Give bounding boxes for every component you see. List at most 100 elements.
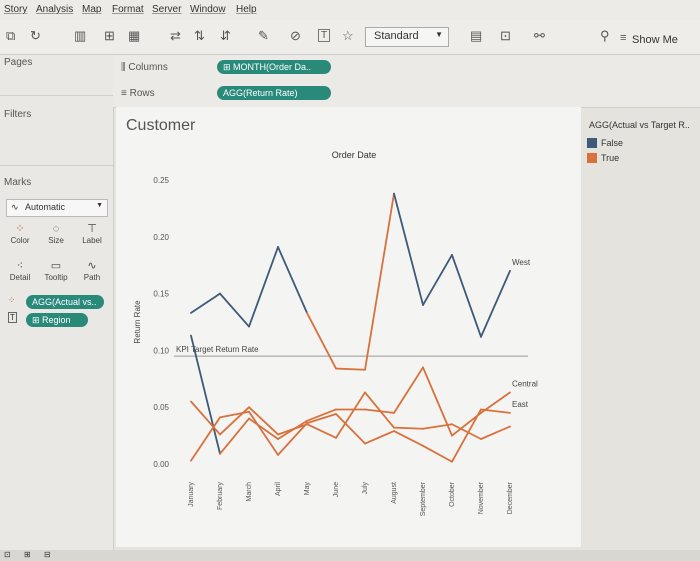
series-line-segment: [451, 254, 482, 338]
series-line-segment: [422, 254, 453, 306]
y-axis-title: Return Rate: [133, 300, 142, 344]
fit-dropdown[interactable]: Standard ▼: [365, 27, 449, 47]
columns-shelf-label: ⫼ Columns: [121, 62, 168, 73]
series-line-segment: [219, 292, 250, 328]
x-tick-label: July: [362, 482, 369, 495]
series-line-segment: [480, 408, 511, 414]
detail-button[interactable]: ⁖ Detail: [3, 257, 37, 289]
series-line-segment: [422, 444, 453, 463]
menu-map[interactable]: Map: [82, 4, 101, 15]
mark-type-dropdown[interactable]: ∿ Automatic ▼: [6, 199, 108, 217]
swap-icon[interactable]: ⇄: [170, 28, 181, 44]
y-tick-label: 0.00: [153, 460, 169, 469]
rows-field-pill[interactable]: AGG(Return Rate): [217, 86, 331, 100]
series-line-segment: [451, 408, 482, 463]
chevron-down-icon: ▼: [96, 202, 103, 209]
menu-analysis[interactable]: Analysis: [36, 4, 73, 15]
new-dashboard-icon[interactable]: ⊟: [44, 550, 51, 559]
series-line-segment: [335, 413, 366, 445]
series-line-segment: [277, 246, 308, 314]
y-tick-label: 0.05: [153, 403, 169, 412]
series-line-segment: [364, 192, 395, 371]
rows-shelf-label: ≡ Rows: [121, 88, 155, 99]
menu-bar: Story Analysis Map Format Server Window …: [0, 0, 700, 20]
x-tick-label: September: [420, 481, 427, 516]
legend-item-false[interactable]: False: [601, 138, 623, 148]
series-line-segment: [190, 400, 221, 436]
menu-help[interactable]: Help: [236, 4, 257, 15]
path-icon: ∿: [87, 260, 97, 272]
series-line-segment: [219, 417, 250, 455]
new-data-source-icon[interactable]: ⧉: [6, 28, 15, 44]
show-me-button[interactable]: Show Me: [632, 34, 678, 46]
share-icon[interactable]: ⚯: [534, 28, 545, 44]
sort-descending-icon[interactable]: ⇵: [220, 28, 231, 44]
series-line-segment: [306, 312, 337, 370]
rows-shelf: ≡ Rows AGG(Return Rate): [113, 81, 700, 108]
color-icon: ⁘: [15, 223, 25, 235]
color-button[interactable]: ⁘ Color: [3, 220, 37, 252]
series-label: West: [512, 258, 531, 267]
menu-story[interactable]: Story: [4, 4, 27, 15]
menu-window[interactable]: Window: [190, 4, 226, 15]
pin-icon[interactable]: ☆: [342, 28, 354, 44]
series-line-segment: [393, 430, 424, 447]
tooltip-icon: ▭: [50, 260, 62, 272]
duplicate-icon[interactable]: ⊞: [104, 28, 115, 44]
region-field-pill[interactable]: ⊞ Region: [26, 313, 88, 327]
x-tick-label: November: [478, 481, 485, 514]
sort-ascending-icon[interactable]: ⇅: [194, 28, 205, 44]
y-tick-label: 0.20: [153, 233, 169, 242]
y-tick-label: 0.10: [153, 346, 169, 355]
line-mark-icon: ∿: [11, 202, 19, 212]
x-tick-label: August: [391, 482, 398, 504]
series-line-segment: [393, 192, 424, 306]
color-legend: AGG(Actual vs Target R.. False True: [583, 110, 698, 170]
presentation-icon[interactable]: ⊡: [500, 28, 511, 44]
legend-swatch-true: [587, 153, 597, 163]
left-panel: Pages Filters Marks ∿ Automatic ▼ ⁘ Colo…: [0, 55, 114, 550]
line-chart: Order Date Return Rate 0.25 0.20 0.15 0.10 0.0…: [133, 150, 538, 516]
menu-server[interactable]: Server: [152, 4, 181, 15]
x-tick-label: December: [507, 481, 514, 514]
series-line-segment: [393, 366, 424, 414]
series-line-segment: [248, 410, 279, 456]
labels-icon[interactable]: T: [318, 29, 331, 42]
label-icon: ⊤: [87, 223, 97, 235]
toolbar: ⧉ ↻ ▥ ⊞ ▦ ⇄ ⇅ ⇵ ✎ ⊘ T ☆ Standard ▼ ▤ ⊡ ⚯…: [0, 20, 700, 55]
new-sheet-icon[interactable]: ▥: [74, 28, 86, 44]
size-button[interactable]: ◌ Size: [39, 220, 73, 252]
refresh-icon[interactable]: ↻: [30, 28, 41, 44]
data-source-icon[interactable]: ⊡: [4, 550, 11, 559]
series-line-segment: [219, 406, 250, 436]
series-line-segment: [277, 423, 308, 436]
clear-sheet-icon[interactable]: ▦: [128, 28, 140, 44]
color-field-pill[interactable]: AGG(Actual vs..: [26, 295, 104, 309]
color-icon: ⁘: [8, 295, 16, 305]
plus-icon: ⊞: [223, 62, 234, 72]
highlight-icon[interactable]: ✎: [258, 28, 269, 44]
path-button[interactable]: ∿ Path: [75, 257, 109, 289]
menu-format[interactable]: Format: [112, 4, 144, 15]
divider: [0, 165, 113, 166]
legend-title: AGG(Actual vs Target R..: [589, 120, 690, 130]
series-line-segment: [248, 246, 279, 328]
tooltip-button[interactable]: ▭ Tooltip: [39, 257, 73, 289]
detail-icon: T: [8, 312, 17, 323]
filter-icon[interactable]: ⚲: [600, 28, 610, 44]
new-worksheet-icon[interactable]: ⊞: [24, 550, 31, 559]
legend-item-true[interactable]: True: [601, 153, 619, 163]
show-cards-icon[interactable]: ▤: [470, 28, 482, 44]
series-line-segment: [335, 391, 366, 439]
legend-swatch-false: [587, 138, 597, 148]
marks-card-title: Marks: [4, 177, 32, 188]
group-icon[interactable]: ⊘: [290, 28, 301, 44]
columns-shelf: ⫼ Columns ⊞ MONTH(Order Da..: [113, 55, 700, 82]
series-line-segment: [277, 422, 308, 456]
show-me-icon[interactable]: ≡: [620, 32, 626, 44]
columns-field-pill[interactable]: ⊞ MONTH(Order Da..: [217, 60, 331, 74]
reference-line-label: KPI Target Return Rate: [176, 345, 259, 354]
series-line-segment: [480, 425, 511, 440]
series-line-segment: [393, 426, 424, 430]
label-button[interactable]: ⊤ Label: [75, 220, 109, 252]
